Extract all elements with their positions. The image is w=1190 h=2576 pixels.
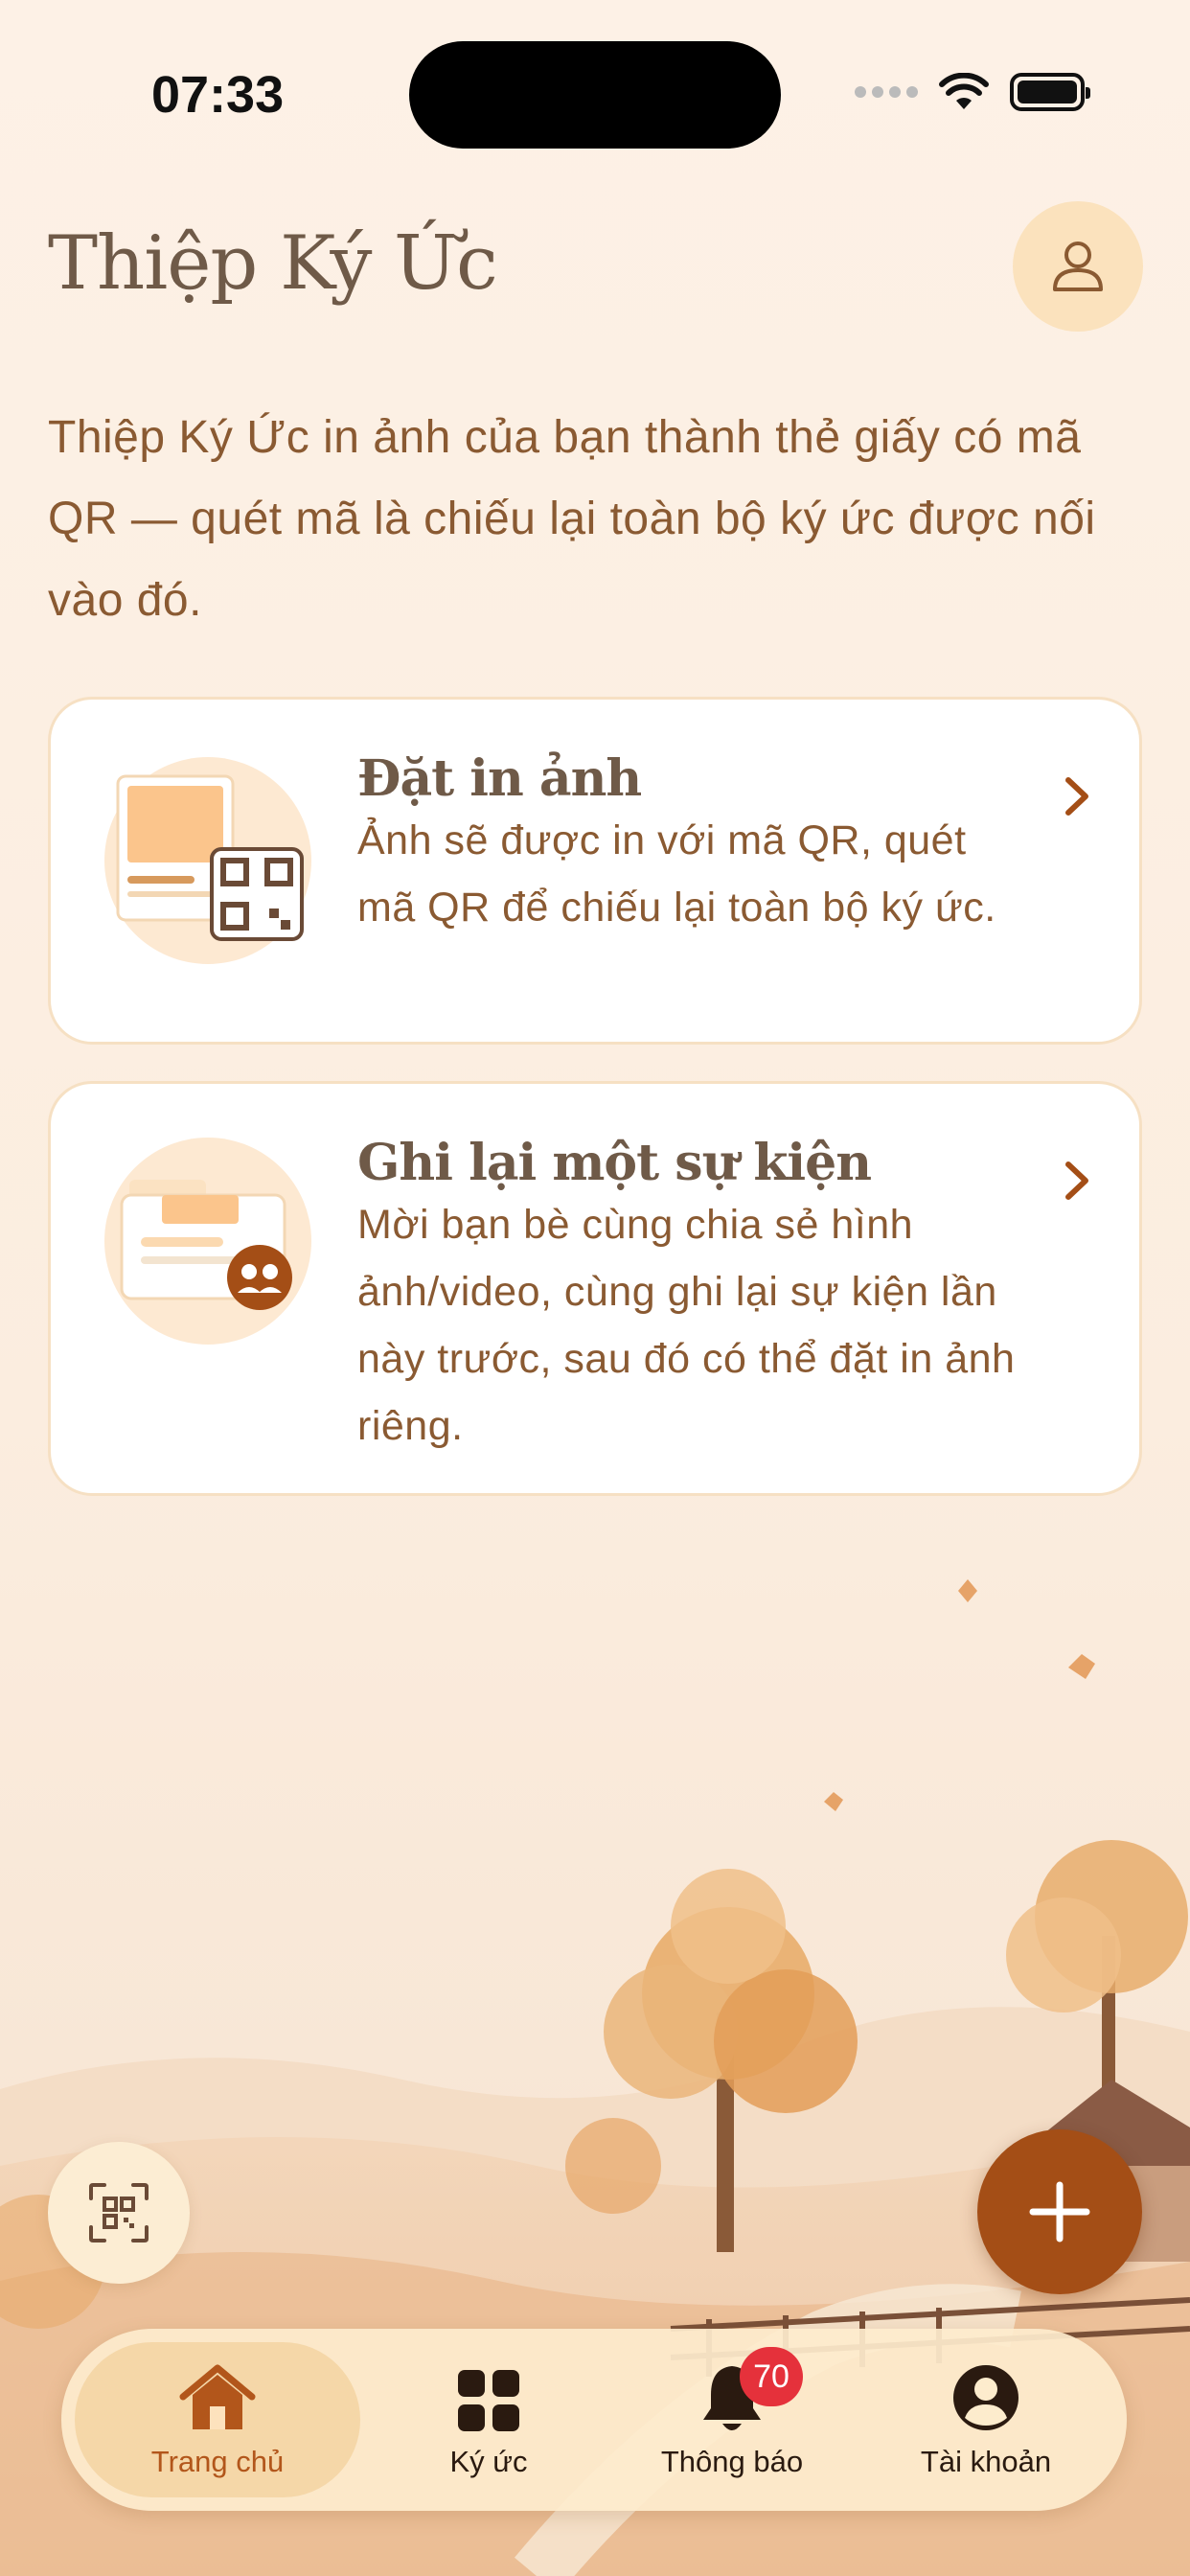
tab-home[interactable]: Trang chủ bbox=[75, 2342, 360, 2497]
intro-text: Thiệp Ký Ức in ảnh của bạn thành thẻ giấ… bbox=[48, 412, 1096, 626]
record-event-card[interactable]: Ghi lại một sự kiện Mời bạn bè cùng chia… bbox=[48, 1081, 1142, 1496]
qr-scan-icon bbox=[89, 2183, 149, 2242]
status-indicators bbox=[855, 73, 1090, 111]
account-icon bbox=[953, 2365, 1018, 2430]
home-icon bbox=[179, 2364, 256, 2429]
tab-notifications[interactable]: 70 Thông báo bbox=[617, 2342, 847, 2497]
dynamic-island bbox=[409, 41, 781, 149]
notification-badge: 70 bbox=[740, 2347, 803, 2406]
plus-icon bbox=[1029, 2181, 1090, 2242]
card-title: Đặt in ảnh bbox=[357, 749, 642, 808]
tab-memories[interactable]: Ký ức bbox=[383, 2342, 594, 2497]
wifi-icon bbox=[939, 73, 989, 109]
photo-qr-illustration-icon bbox=[104, 757, 311, 964]
page-title: Thiệp Ký Ức bbox=[48, 220, 498, 307]
order-print-card[interactable]: Đặt in ảnh Ảnh sẽ được in với mã QR, qué… bbox=[48, 697, 1142, 1045]
user-icon bbox=[1053, 242, 1103, 291]
card-title: Ghi lại một sự kiện bbox=[357, 1134, 872, 1192]
card-description: Ảnh sẽ được in với mã QR, quét mã QR để … bbox=[357, 817, 996, 931]
chevron-right-icon bbox=[1065, 777, 1088, 816]
card-description: Mời bạn bè cùng chia sẻ hình ảnh/video, … bbox=[357, 1202, 1016, 1449]
profile-button[interactable] bbox=[1013, 201, 1143, 332]
event-group-illustration-icon bbox=[104, 1138, 311, 1345]
tab-label: Trang chủ bbox=[150, 2445, 285, 2478]
chevron-right-icon bbox=[1065, 1162, 1088, 1200]
tab-label: Thông báo bbox=[660, 2445, 804, 2478]
signal-icon bbox=[855, 86, 918, 98]
tab-label: Tài khoản bbox=[920, 2445, 1052, 2478]
qr-scan-button[interactable] bbox=[48, 2142, 190, 2284]
grid-icon bbox=[458, 2370, 519, 2431]
battery-icon bbox=[1010, 73, 1090, 111]
bottom-tab-bar: Trang chủ Ký ức 70 Thông báo Tài khoản bbox=[61, 2329, 1127, 2511]
tab-label: Ký ức bbox=[449, 2445, 528, 2478]
tab-account[interactable]: Tài khoản bbox=[866, 2342, 1106, 2497]
add-button[interactable] bbox=[977, 2129, 1142, 2294]
status-time: 07:33 bbox=[151, 66, 285, 124]
